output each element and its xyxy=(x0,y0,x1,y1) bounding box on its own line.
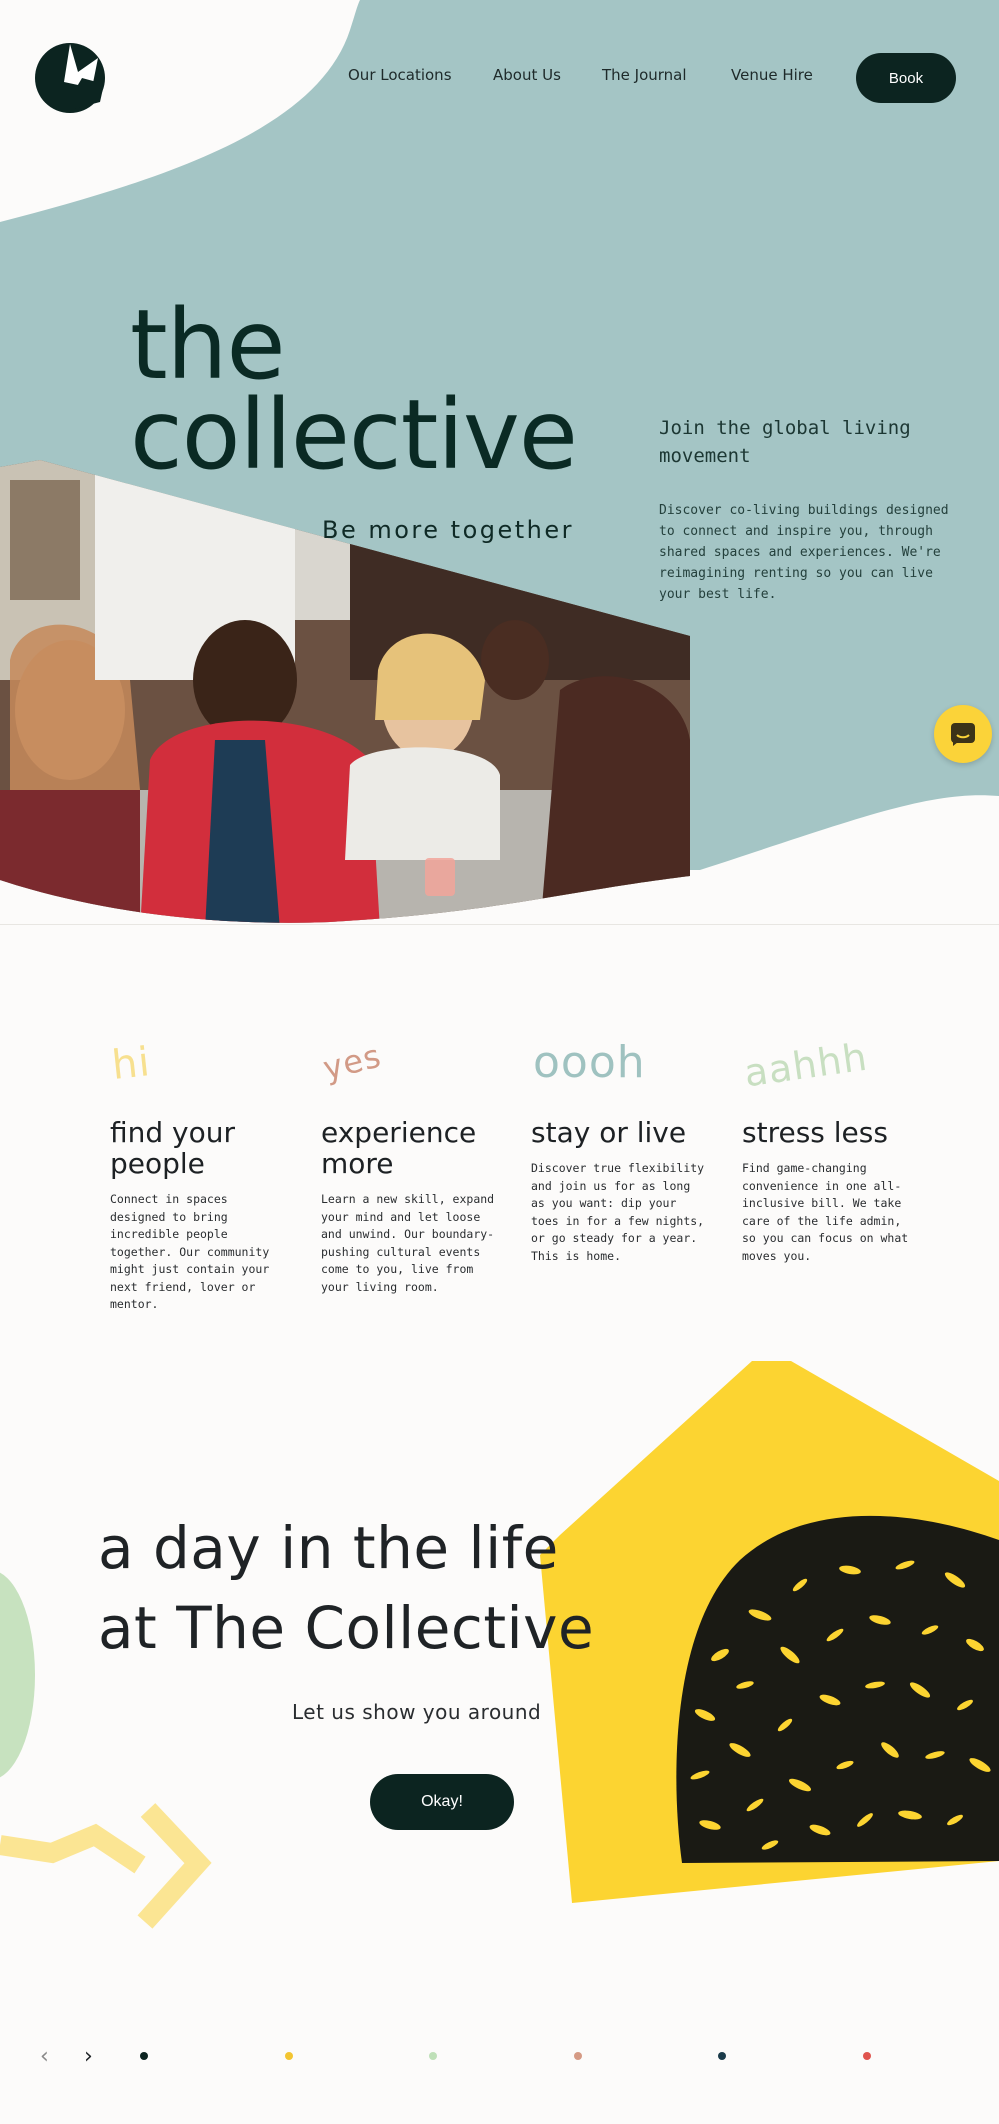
day-title-line1: a day in the life xyxy=(98,1514,559,1582)
feature-text: Learn a new skill, expand your mind and … xyxy=(321,1192,495,1294)
hero-title: the collective xyxy=(130,289,690,483)
carousel-dot[interactable] xyxy=(573,2052,582,2060)
hero-sub-heading: Join the global living movement xyxy=(659,417,911,467)
nav-about-us[interactable]: About Us xyxy=(493,66,561,84)
feature-word-hi: hi xyxy=(109,1039,153,1089)
chevron-left-icon[interactable]: ‹ xyxy=(40,2044,49,2069)
day-in-the-life-title: a day in the life at The Collective xyxy=(98,1508,718,1668)
carousel-dot[interactable] xyxy=(284,2052,293,2060)
zigzag-arrow-decoration xyxy=(0,1803,212,1929)
feature-title-line2: people xyxy=(110,1147,205,1180)
book-button[interactable]: Book xyxy=(856,53,956,103)
feature-word-aahhh: aahhh xyxy=(741,1034,871,1096)
nav-our-locations[interactable]: Our Locations xyxy=(348,66,452,84)
feature-title: experience more xyxy=(321,1117,521,1179)
chat-bubble-icon xyxy=(951,723,975,746)
chat-button[interactable] xyxy=(934,705,992,763)
day-subtitle: Let us show you around xyxy=(292,1700,542,1724)
feature-title: stress less xyxy=(742,1117,942,1148)
feature-word-yes: yes xyxy=(319,1036,386,1088)
feature-word-oooh: oooh xyxy=(533,1037,646,1088)
nav-venue-hire[interactable]: Venue Hire xyxy=(731,66,813,84)
feature-title: stay or live xyxy=(531,1117,731,1148)
day-title-line2: at The Collective xyxy=(98,1594,595,1662)
collective-logo-icon[interactable] xyxy=(34,42,106,114)
carousel-dot[interactable] xyxy=(429,2052,438,2060)
carousel-dot[interactable] xyxy=(863,2052,871,2060)
feature-title-line1: find your xyxy=(110,1116,236,1149)
chevron-right-icon[interactable]: › xyxy=(84,2044,93,2069)
green-blob-decoration xyxy=(0,1572,35,1778)
feature-title-line1: stay or live xyxy=(531,1116,687,1149)
feature-title-line1: stress less xyxy=(742,1116,888,1149)
carousel-dot[interactable] xyxy=(718,2052,727,2060)
feature-text: Connect in spaces designed to bring incr… xyxy=(110,1192,270,1311)
nav-the-journal[interactable]: The Journal xyxy=(602,66,687,84)
okay-button[interactable]: Okay! xyxy=(370,1774,514,1830)
feature-text: Find game-changing convenience in one al… xyxy=(742,1161,909,1263)
section-divider xyxy=(0,924,999,925)
hero-title-line1: the xyxy=(130,289,286,401)
feature-text: Discover true flexibility and join us fo… xyxy=(531,1161,705,1263)
feature-title-line2: more xyxy=(321,1147,394,1180)
hero-tagline: Be more together xyxy=(322,516,575,544)
feature-title: find your people xyxy=(110,1117,310,1179)
feature-title-line1: experience xyxy=(321,1116,477,1149)
carousel-dot[interactable] xyxy=(140,2052,148,2060)
hero-description: Discover co-living buildings designed to… xyxy=(659,503,949,602)
